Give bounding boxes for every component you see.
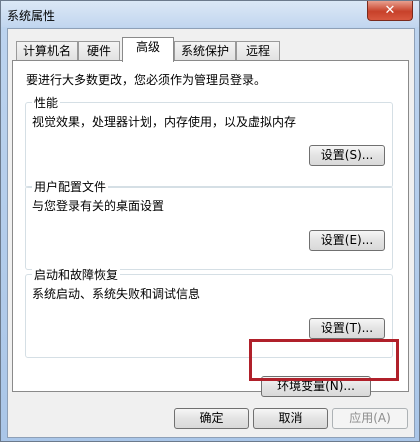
ok-button[interactable]: 确定	[174, 408, 249, 429]
user-profiles-settings-button[interactable]: 设置(E)...	[309, 230, 385, 251]
close-button[interactable]: ✕	[367, 1, 413, 21]
apply-button[interactable]: 应用(A)	[332, 408, 408, 429]
tab-strip: 计算机名 硬件 高级 系统保护 远程	[12, 37, 410, 62]
tab-remote[interactable]: 远程	[236, 41, 280, 60]
window-title: 系统属性	[7, 9, 56, 23]
startup-recovery-settings-button[interactable]: 设置(T)...	[309, 318, 385, 339]
tab-system-protection[interactable]: 系统保护	[174, 41, 236, 60]
close-icon: ✕	[384, 3, 396, 18]
user-profiles-group: 用户配置文件 与您登录有关的桌面设置 设置(E)...	[25, 178, 393, 270]
performance-group: 性能 视觉效果，处理器计划，内存使用，以及虚拟内存 设置(S)...	[25, 94, 393, 188]
performance-group-title: 性能	[32, 94, 61, 111]
tab-advanced[interactable]: 高级	[122, 37, 174, 62]
system-properties-window: 系统属性 ✕ 计算机名 硬件 高级 系统保护 远程 要进行大多数更改，您必须作为…	[0, 0, 420, 442]
highlight-annotation-box	[249, 339, 399, 381]
user-profiles-group-title: 用户配置文件	[32, 178, 109, 195]
startup-recovery-group-title: 启动和故障恢复	[32, 266, 121, 283]
admin-notice: 要进行大多数更改，您必须作为管理员登录。	[26, 73, 267, 87]
tab-computer-name[interactable]: 计算机名	[16, 41, 78, 60]
user-profiles-description: 与您登录有关的桌面设置	[32, 199, 165, 213]
cancel-button[interactable]: 取消	[253, 408, 328, 429]
startup-recovery-description: 系统启动、系统失败和调试信息	[32, 287, 201, 301]
title-bar[interactable]: 系统属性 ✕	[1, 1, 419, 27]
performance-settings-button[interactable]: 设置(S)...	[309, 145, 385, 166]
tab-hardware[interactable]: 硬件	[78, 41, 120, 60]
performance-description: 视觉效果，处理器计划，内存使用，以及虚拟内存	[32, 115, 297, 129]
